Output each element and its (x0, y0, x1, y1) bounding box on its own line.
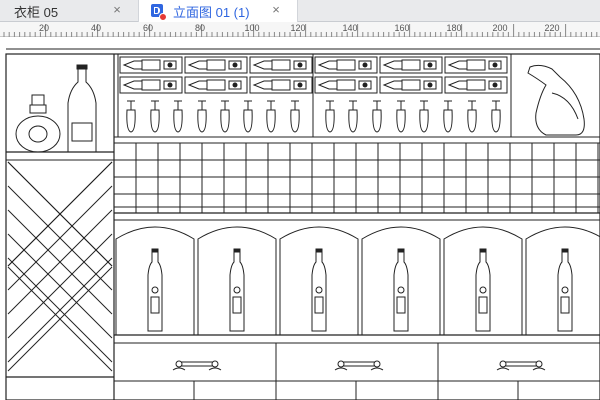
ruler-label: 80 (194, 23, 206, 33)
decanter (527, 64, 585, 136)
drawer-handles (172, 360, 546, 371)
document-icon (151, 4, 167, 21)
ruler-label: 100 (244, 23, 260, 33)
ruler-label: 140 (342, 23, 358, 33)
ruler-label: 40 (90, 23, 102, 33)
glass-grid-section (114, 142, 600, 213)
cabinet-elevation-drawing (5, 48, 600, 400)
horizontal-ruler: 20 40 60 80 100 120 140 160 180 200 220 (0, 22, 600, 37)
ruler-label: 200 (492, 23, 508, 33)
ruler-label: 220 (544, 23, 560, 33)
arched-bottle-niches (115, 226, 600, 335)
tab-elevation-01[interactable]: 立面图 01 (1) × (138, 0, 298, 22)
ruler-label: 20 (38, 23, 50, 33)
tab-label: 立面图 01 (1) (173, 4, 250, 20)
close-icon[interactable]: × (110, 3, 124, 17)
tab-label: 衣柜 05 (14, 4, 59, 20)
close-icon[interactable]: × (269, 3, 283, 17)
ruler-label: 60 (142, 23, 154, 33)
ruler-label: 180 (446, 23, 462, 33)
cabinet-frame (5, 48, 600, 400)
tab-wardrobe-05[interactable]: 衣柜 05 × (0, 0, 138, 22)
tab-bar: 衣柜 05 × 立面图 01 (1) × (0, 0, 600, 22)
decor-bottles-left (15, 64, 97, 153)
ruler-label: 160 (394, 23, 410, 33)
ruler-label: 120 (290, 23, 306, 33)
drawing-canvas[interactable] (0, 37, 600, 400)
lattice-wine-rack (6, 161, 114, 378)
